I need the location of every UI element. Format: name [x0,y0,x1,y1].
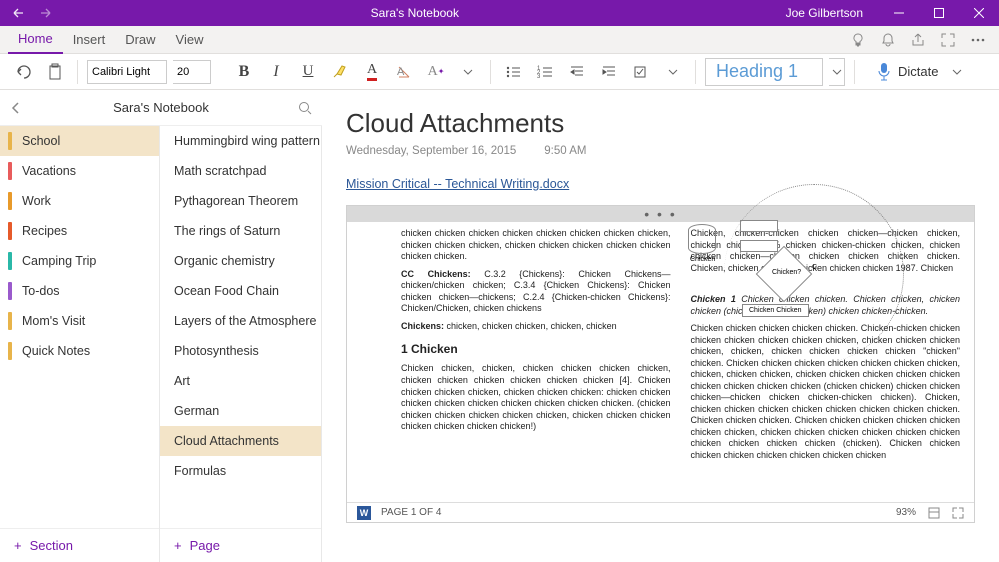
dictate-label: Dictate [898,64,938,79]
indent-button[interactable] [596,59,622,85]
section-item-vacations[interactable]: Vacations [0,156,159,186]
bell-icon[interactable] [879,31,897,49]
bold-button[interactable]: B [231,59,257,85]
titlebar: Sara's Notebook Joe Gilbertson [0,0,999,26]
page-item[interactable]: Layers of the Atmosphere [160,306,321,336]
fullscreen-icon[interactable] [939,31,957,49]
outdent-button[interactable] [564,59,590,85]
tab-home[interactable]: Home [8,26,63,54]
clipboard-button[interactable] [42,59,68,85]
font-name-input[interactable]: Calibri Light [87,60,167,84]
italic-button[interactable]: I [263,59,289,85]
plus-icon: + [174,538,182,553]
minimize-button[interactable] [879,0,919,26]
undo-button[interactable] [10,59,36,85]
page-item[interactable]: The rings of Saturn [160,216,321,246]
page-date: Wednesday, September 16, 2015 [346,145,516,157]
lightbulb-icon[interactable] [849,31,867,49]
cylinder-icon [688,224,716,254]
section-item-camping[interactable]: Camping Trip [0,246,159,276]
chevron-down-icon[interactable] [660,59,686,85]
add-section-button[interactable]: +Section [0,528,159,562]
doc-diagram: Chicken Chicken? C Chicken Chicken [684,224,964,344]
nav-back[interactable] [4,0,32,26]
user-name[interactable]: Joe Gilbertson [770,6,879,20]
section-item-work[interactable]: Work [0,186,159,216]
section-item-moms-visit[interactable]: Mom's Visit [0,306,159,336]
section-item-todos[interactable]: To-dos [0,276,159,306]
svg-text:3: 3 [537,74,541,80]
font-size-input[interactable]: 20 [173,60,211,84]
window-title: Sara's Notebook [60,6,770,20]
tab-insert[interactable]: Insert [63,26,116,54]
page-item[interactable]: Pythagorean Theorem [160,186,321,216]
page-item[interactable]: Formulas [160,456,321,486]
word-icon[interactable]: W [357,506,371,520]
page-item[interactable]: Cloud Attachments [160,426,321,456]
font-color-button[interactable]: A [359,59,385,85]
page-content[interactable]: Cloud Attachments Wednesday, September 1… [322,90,999,562]
curve-icon [724,184,904,364]
diagram-label: Chicken [690,256,715,263]
svg-text:A: A [397,66,405,78]
page-width-icon[interactable] [928,507,940,519]
tab-draw[interactable]: Draw [115,26,165,54]
doc-heading: 1 Chicken [401,342,671,357]
plus-icon: + [14,538,22,553]
add-page-button[interactable]: +Page [160,528,321,562]
nav-forward[interactable] [32,0,60,26]
page-item[interactable]: Organic chemistry [160,246,321,276]
page-item[interactable]: German [160,396,321,426]
share-icon[interactable] [909,31,927,49]
page-item[interactable]: Math scratchpad [160,156,321,186]
page-item[interactable]: Hummingbird wing pattern [160,126,321,156]
clear-format-button[interactable]: A [391,59,417,85]
numbering-button[interactable]: 123 [532,59,558,85]
todo-tag-button[interactable] [628,59,654,85]
chevron-down-icon[interactable] [952,67,962,77]
tab-view[interactable]: View [166,26,214,54]
zoom-level[interactable]: 93% [896,507,916,518]
section-item-school[interactable]: School [0,126,159,156]
notebook-title[interactable]: Sara's Notebook [113,100,209,115]
style-dropdown[interactable] [829,58,845,86]
ribbon-tabs: Home Insert Draw View [0,26,999,54]
more-icon[interactable] [969,31,987,49]
page-item[interactable]: Photosynthesis [160,336,321,366]
doc-text: chicken chicken chicken chicken chicken … [401,228,671,263]
underline-button[interactable]: U [295,59,321,85]
pages-panel: Hummingbird wing pattern Math scratchpad… [160,90,322,562]
page-indicator: PAGE 1 OF 4 [381,507,441,518]
doc-text: Chickens: chicken, chicken chicken, chic… [401,321,671,333]
section-item-recipes[interactable]: Recipes [0,216,159,246]
page-item[interactable]: Art [160,366,321,396]
section-item-quick-notes[interactable]: Quick Notes [0,336,159,366]
doc-text: Chicken chicken, chicken, chicken chicke… [401,363,671,432]
page-item[interactable]: Ocean Food Chain [160,276,321,306]
notebook-header: Sara's Notebook [0,90,322,126]
back-chevron-icon[interactable] [10,102,22,114]
page-title[interactable]: Cloud Attachments [346,108,975,139]
document-statusbar: W PAGE 1 OF 4 93% [347,502,974,522]
maximize-button[interactable] [919,0,959,26]
microphone-icon [876,62,892,82]
attachment-link[interactable]: Mission Critical -- Technical Writing.do… [346,177,569,191]
dictate-button[interactable]: Dictate [876,62,962,82]
expand-icon[interactable] [952,507,964,519]
document-preview[interactable]: • • • chicken chicken chicken chicken ch… [346,205,975,523]
toolbar: Calibri Light 20 B I U A A A✦ 123 Headin… [0,54,999,90]
chevron-down-icon[interactable] [455,59,481,85]
page-meta: Wednesday, September 16, 2015 9:50 AM [346,145,975,157]
sections-panel: Sara's Notebook School Vacations Work Re… [0,90,160,562]
highlight-button[interactable] [327,59,353,85]
page-time: 9:50 AM [544,145,586,157]
search-icon[interactable] [298,101,312,115]
doc-text: CC Chickens: C.3.2 {Chickens}: Chicken C… [401,269,671,315]
close-button[interactable] [959,0,999,26]
bullets-button[interactable] [500,59,526,85]
format-painter-button[interactable]: A✦ [423,59,449,85]
style-picker[interactable]: Heading 1 [705,58,823,86]
